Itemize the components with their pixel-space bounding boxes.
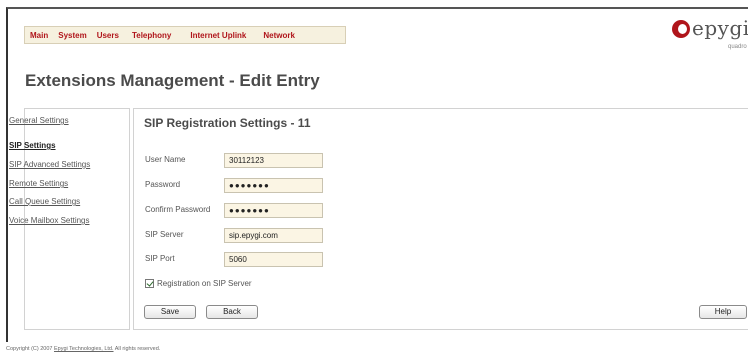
registration-checkbox-label: Registration on SIP Server <box>157 279 252 288</box>
password-input[interactable]: ●●●●●●● <box>224 178 323 193</box>
confirm-password-input[interactable]: ●●●●●●● <box>224 203 323 218</box>
sip-server-input[interactable]: sip.epygi.com <box>224 228 323 243</box>
user-name-input[interactable]: 30112123 <box>224 153 323 168</box>
logo-icon <box>672 20 690 38</box>
nav-internet-uplink[interactable]: Internet Uplink <box>176 31 251 40</box>
sip-server-label: SIP Server <box>145 230 184 239</box>
sidebar-item-sip-settings[interactable]: SIP Settings <box>9 141 56 150</box>
nav-main[interactable]: Main <box>25 31 53 40</box>
sidebar-item-call-queue-settings[interactable]: Call Queue Settings <box>9 197 80 206</box>
sidebar-item-general-settings[interactable]: General Settings <box>9 116 69 125</box>
password-label: Password <box>145 180 181 189</box>
epygi-logo: epygi quadro <box>672 14 748 56</box>
nav-network[interactable]: Network <box>251 31 300 40</box>
content-panel <box>133 108 748 330</box>
company-link[interactable]: Epygi Technologies, Ltd. <box>54 346 114 352</box>
back-button[interactable]: Back <box>206 305 258 319</box>
nav-telephony[interactable]: Telephony <box>124 31 176 40</box>
sidebar-item-remote-settings[interactable]: Remote Settings <box>9 179 68 188</box>
copyright-suffix: All rights reserved. <box>113 346 161 352</box>
sip-port-input[interactable]: 5060 <box>224 252 323 267</box>
sidebar-item-sip-advanced-settings[interactable]: SIP Advanced Settings <box>9 160 90 169</box>
copyright-footer: Copyright (C) 2007 Epygi Technologies, L… <box>6 346 160 352</box>
registration-checkbox[interactable] <box>145 279 154 288</box>
sip-port-label: SIP Port <box>145 254 175 263</box>
nav-system[interactable]: System <box>53 31 91 40</box>
page-title: Extensions Management - Edit Entry <box>25 71 320 90</box>
save-button[interactable]: Save <box>144 305 196 319</box>
logo-text: epygi <box>692 16 748 40</box>
help-button[interactable]: Help <box>699 305 747 319</box>
sidebar-item-voice-mailbox-settings[interactable]: Voice Mailbox Settings <box>9 216 90 225</box>
copyright-prefix: Copyright (C) 2007 <box>6 346 54 352</box>
logo-tagline: quadro <box>728 44 747 50</box>
section-title: SIP Registration Settings - 11 <box>144 116 311 130</box>
top-navigation: Main System Users Telephony Internet Upl… <box>24 26 346 44</box>
nav-users[interactable]: Users <box>92 31 124 40</box>
confirm-password-label: Confirm Password <box>145 205 211 214</box>
user-name-label: User Name <box>145 155 186 164</box>
